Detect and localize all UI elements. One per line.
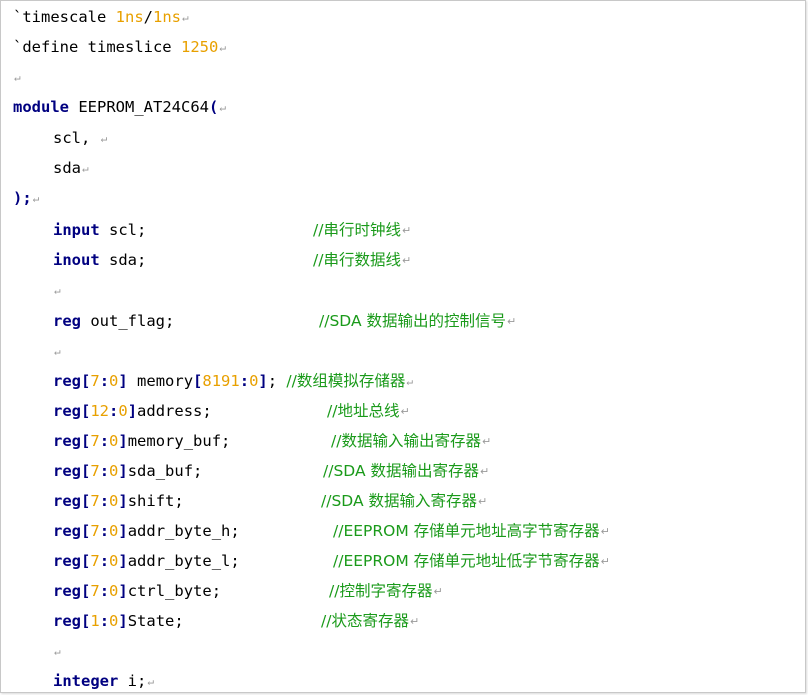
code-line: ↵ bbox=[13, 65, 21, 89]
keyword: inout bbox=[53, 251, 100, 269]
paragraph-mark-icon: ↵ bbox=[54, 345, 61, 358]
paragraph-mark-icon: ↵ bbox=[400, 405, 410, 418]
code-comment: //EEPROM 存储单元地址低字节寄存器↵ bbox=[333, 552, 610, 570]
code-comment: //SDA 数据输出寄存器↵ bbox=[323, 462, 490, 480]
code-comment: //状态寄存器↵ bbox=[321, 612, 420, 630]
keyword: input bbox=[53, 221, 100, 239]
code-line: reg[7:0]memory_buf; bbox=[53, 432, 231, 450]
number-literal: 1250 bbox=[180, 38, 219, 56]
paragraph-mark-icon: ↵ bbox=[182, 11, 189, 24]
paragraph-mark-icon: ↵ bbox=[600, 525, 610, 538]
paragraph-mark-icon: ↵ bbox=[54, 645, 61, 658]
paragraph-mark-icon: ↵ bbox=[401, 224, 412, 237]
code-line: ↵ bbox=[53, 339, 61, 363]
code-line: ↵ bbox=[53, 278, 61, 302]
paragraph-mark-icon: ↵ bbox=[219, 41, 226, 54]
paragraph-mark-icon: ↵ bbox=[406, 375, 413, 388]
keyword: reg bbox=[53, 492, 81, 510]
code-line: ↵ bbox=[53, 639, 61, 663]
paragraph-mark-icon: ↵ bbox=[433, 585, 443, 598]
code-comment: //数组模拟存储器 bbox=[286, 372, 406, 390]
keyword: reg bbox=[53, 372, 81, 390]
paragraph-mark-icon: ↵ bbox=[32, 192, 40, 205]
code-line: scl, ↵ bbox=[53, 129, 108, 147]
paragraph-mark-icon: ↵ bbox=[506, 315, 517, 328]
paragraph-mark-icon: ↵ bbox=[54, 284, 61, 297]
paragraph-mark-icon: ↵ bbox=[147, 675, 154, 688]
code-comment: //串行时钟线↵ bbox=[313, 221, 412, 239]
keyword: reg bbox=[53, 462, 81, 480]
code-comment: //数据输入输出寄存器↵ bbox=[331, 432, 492, 450]
code-comment: //SDA 数据输出的控制信号↵ bbox=[319, 312, 517, 330]
code-line: `define timeslice 1250↵ bbox=[13, 38, 226, 56]
number-literal: 1ns bbox=[153, 8, 181, 26]
paragraph-mark-icon: ↵ bbox=[477, 495, 488, 508]
number-literal: 1ns bbox=[115, 8, 144, 26]
code-line: sda↵ bbox=[53, 159, 89, 177]
code-line: reg out_flag; bbox=[53, 312, 175, 330]
keyword: reg bbox=[53, 582, 81, 600]
code-line: reg[12:0]address; bbox=[53, 402, 212, 420]
code-comment: //地址总线↵ bbox=[327, 402, 410, 420]
paragraph-mark-icon: ↵ bbox=[479, 465, 490, 478]
code-comment: //控制字寄存器↵ bbox=[329, 582, 443, 600]
keyword: integer bbox=[53, 672, 119, 690]
code-line: reg[7:0]shift; bbox=[53, 492, 184, 510]
paragraph-mark-icon: ↵ bbox=[409, 615, 420, 628]
keyword: reg bbox=[53, 402, 81, 420]
code-line: reg[7:0] memory[8191:0]; //数组模拟存储器↵ bbox=[53, 372, 413, 390]
keyword: reg bbox=[53, 522, 81, 540]
code-line: reg[7:0]ctrl_byte; bbox=[53, 582, 222, 600]
code-line: );↵ bbox=[13, 189, 40, 207]
code-line: input scl; bbox=[53, 221, 147, 239]
code-line: inout sda; bbox=[53, 251, 147, 269]
code-line: reg[7:0]addr_byte_h; bbox=[53, 522, 240, 540]
code-line: reg[7:0]addr_byte_l; bbox=[53, 552, 240, 570]
code-comment: //串行数据线↵ bbox=[313, 251, 412, 269]
code-line: `timescale 1ns/1ns↵ bbox=[13, 8, 189, 26]
paragraph-mark-icon: ↵ bbox=[82, 162, 89, 175]
paragraph-mark-icon: ↵ bbox=[600, 555, 610, 568]
paragraph-mark-icon: ↵ bbox=[100, 132, 108, 145]
keyword: reg bbox=[53, 432, 81, 450]
code-line: reg[1:0]State; bbox=[53, 612, 184, 630]
code-line: module EEPROM_AT24C64(↵ bbox=[13, 98, 226, 116]
paragraph-mark-icon: ↵ bbox=[14, 71, 21, 84]
code-line: reg[7:0]sda_buf; bbox=[53, 462, 203, 480]
code-comment: //SDA 数据输入寄存器↵ bbox=[321, 492, 488, 510]
code-line: integer i;↵ bbox=[53, 672, 154, 690]
keyword: reg bbox=[53, 312, 81, 330]
keyword: reg bbox=[53, 552, 81, 570]
document-frame: `timescale 1ns/1ns↵ `define timeslice 12… bbox=[0, 0, 806, 693]
keyword: reg bbox=[53, 612, 81, 630]
code-comment: //EEPROM 存储单元地址高字节寄存器↵ bbox=[333, 522, 610, 540]
keyword: module bbox=[13, 98, 69, 116]
paragraph-mark-icon: ↵ bbox=[219, 101, 226, 114]
paragraph-mark-icon: ↵ bbox=[481, 435, 492, 448]
paragraph-mark-icon: ↵ bbox=[401, 254, 412, 267]
